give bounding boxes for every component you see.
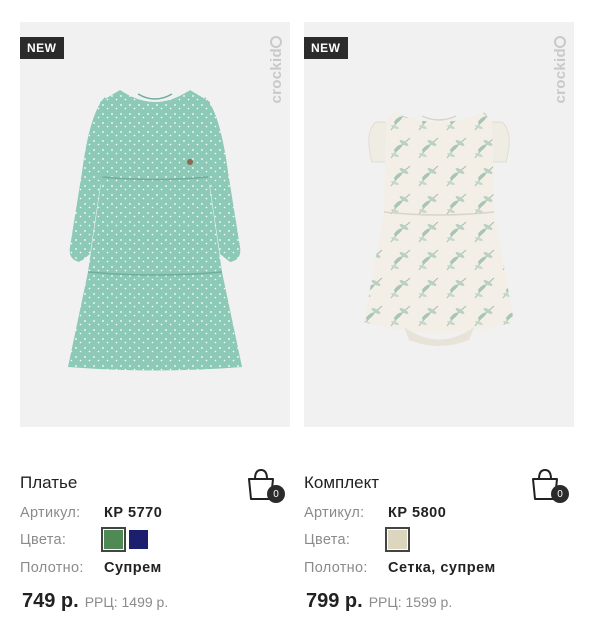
add-to-cart-button[interactable]: 0 xyxy=(246,467,285,503)
product-card: NEW crockid Платье 0 Артикул: КР 5770 Цв… xyxy=(20,22,290,627)
price: 749 р. xyxy=(22,590,79,612)
article-value: КР 5800 xyxy=(388,505,447,521)
rrp-price: РРЦ: 1599 р. xyxy=(368,594,453,610)
fabric-row: Полотно: Супрем xyxy=(20,560,162,576)
fabric-value: Супрем xyxy=(104,560,162,576)
product-title[interactable]: Платье xyxy=(20,473,77,493)
price-row: 799 р. РРЦ: 1599 р. xyxy=(306,590,452,613)
add-to-cart-button[interactable]: 0 xyxy=(530,467,569,503)
colors-row: Цвета: xyxy=(20,527,154,552)
new-badge: NEW xyxy=(304,37,348,59)
brand-logo-icon xyxy=(270,36,282,48)
price-row: 749 р. РРЦ: 1499 р. xyxy=(22,590,168,613)
fabric-row: Полотно: Сетка, супрем xyxy=(304,560,496,576)
color-swatch-navy[interactable] xyxy=(129,530,148,549)
color-swatch-green[interactable] xyxy=(101,527,126,552)
fabric-label: Полотно: xyxy=(304,560,368,576)
product-info: Комплект 0 Артикул: КР 5800 Цвета: Полот… xyxy=(304,447,574,627)
product-card: NEW crockid Комплект 0 Артикул: КР 5800 … xyxy=(304,22,574,627)
brand-logo-icon xyxy=(554,36,566,48)
watermark-text: crockid xyxy=(551,48,569,104)
colors-label: Цвета: xyxy=(20,531,67,548)
article-row: Артикул: КР 5800 xyxy=(304,505,446,521)
fabric-label: Полотно: xyxy=(20,560,84,576)
new-badge: NEW xyxy=(20,37,64,59)
colors-row: Цвета: xyxy=(304,527,413,552)
brand-watermark: crockid xyxy=(266,34,286,144)
cart-count-badge: 0 xyxy=(267,485,285,503)
brand-watermark: crockid xyxy=(550,34,570,144)
fabric-value: Сетка, супрем xyxy=(388,560,496,576)
product-image[interactable]: NEW crockid xyxy=(304,22,574,427)
watermark-text: crockid xyxy=(267,48,285,104)
article-label: Артикул: xyxy=(304,505,365,521)
rrp-price: РРЦ: 1499 р. xyxy=(84,594,169,610)
product-title[interactable]: Комплект xyxy=(304,473,379,493)
article-value: КР 5770 xyxy=(104,505,163,521)
price: 799 р. xyxy=(306,590,363,612)
product-image[interactable]: NEW crockid xyxy=(20,22,290,427)
color-swatch-cream[interactable] xyxy=(385,527,410,552)
article-row: Артикул: КР 5770 xyxy=(20,505,162,521)
article-label: Артикул: xyxy=(20,505,81,521)
product-info: Платье 0 Артикул: КР 5770 Цвета: Полотно… xyxy=(20,447,290,627)
dress-photo xyxy=(364,112,514,346)
dress-photo xyxy=(68,90,242,371)
colors-label: Цвета: xyxy=(304,531,351,548)
cart-count-badge: 0 xyxy=(551,485,569,503)
